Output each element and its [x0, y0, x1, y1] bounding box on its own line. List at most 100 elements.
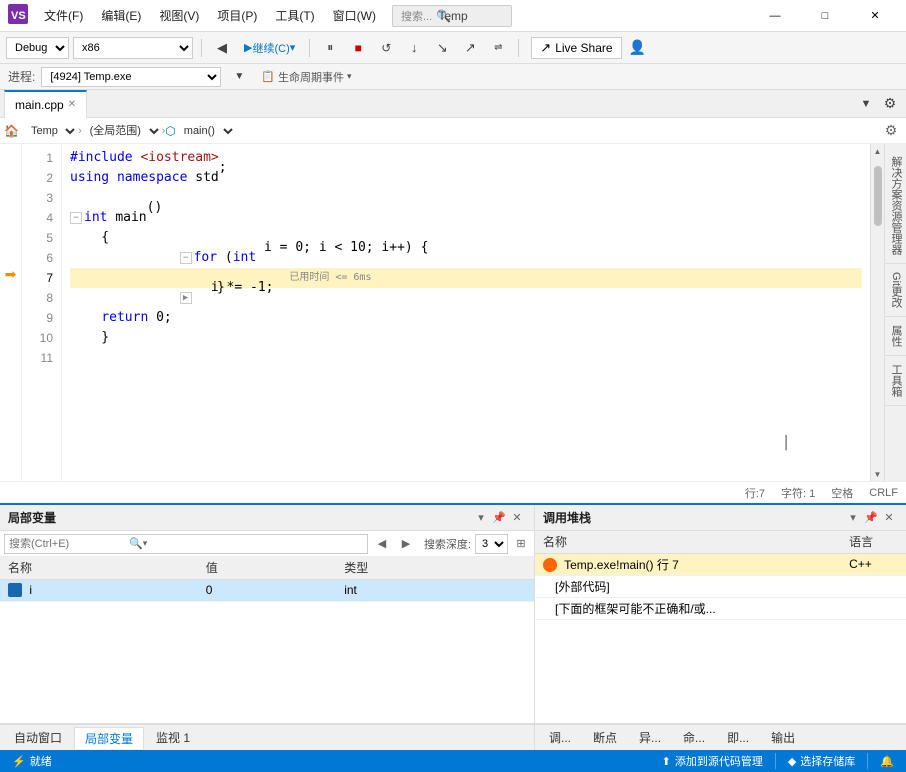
tab-scroll-left[interactable]: ▼	[854, 93, 878, 115]
continue-btn[interactable]: ▶ 继续(C) ▾	[238, 37, 301, 59]
menu-file[interactable]: 文件(F)	[36, 3, 91, 28]
col-name: 名称	[0, 557, 198, 579]
tab-watch-1[interactable]: 监视 1	[146, 727, 200, 748]
search-icon-locals: 🔍	[129, 537, 143, 550]
cs-col-lang: 语言	[841, 531, 906, 553]
step-into-btn[interactable]: ↘	[430, 37, 454, 59]
close-button[interactable]: ✕	[852, 0, 898, 32]
cs-row-2[interactable]: [下面的框架可能不正确和/或...	[535, 597, 906, 619]
id-std: std	[195, 168, 218, 188]
process-select[interactable]: [4924] Temp.exe	[41, 67, 221, 87]
cs-row-1[interactable]: [外部代码]	[535, 575, 906, 597]
breadcrumb-scope[interactable]: (全局范围)	[82, 120, 162, 142]
process-dropdown[interactable]: ▼	[227, 66, 251, 88]
gutter-line-6	[0, 244, 21, 264]
repo-icon: ◆	[788, 755, 796, 768]
locals-dropdown-btn[interactable]: ▾	[472, 509, 490, 527]
scroll-down-arrow[interactable]: ▼	[871, 467, 885, 481]
code-content[interactable]: #include <iostream> using namespace std;…	[62, 144, 870, 481]
fold-icon-8[interactable]: ▶	[180, 292, 192, 304]
pause-btn[interactable]: ⏸	[318, 37, 342, 59]
tab-exceptions[interactable]: 异...	[629, 727, 671, 748]
locals-search-box[interactable]: 🔍 ▾	[4, 534, 368, 554]
cs-row-0[interactable]: Temp.exe!main() 行 7 C++	[535, 553, 906, 575]
locals-expand-btn[interactable]: ⊞	[512, 535, 530, 553]
nav-back-btn[interactable]: ◀	[372, 534, 392, 554]
gutter-line-7-debug: ➡	[0, 264, 21, 284]
tab-main-cpp[interactable]: main.cpp ✕	[4, 90, 87, 118]
title-bar: VS 文件(F) 编辑(E) 视图(V) 项目(P) 工具(T) 窗口(W) 搜…	[0, 0, 906, 32]
step-out-btn[interactable]: ↗	[458, 37, 482, 59]
platform-select[interactable]: x86	[73, 37, 193, 59]
var-row-i[interactable]: i 0 int	[0, 579, 534, 601]
lifecycle-btn[interactable]: 📋 生命周期事件 ▾	[257, 68, 355, 86]
profile-btn[interactable]: 👤	[626, 37, 650, 59]
status-bell[interactable]: 🔔	[876, 755, 898, 768]
debug-hint: 已用时间 <= 6ms	[289, 268, 371, 288]
stop-btn[interactable]: ■	[346, 37, 370, 59]
breadcrumb-function[interactable]: main()	[176, 120, 236, 142]
menu-view[interactable]: 视图(V)	[151, 3, 207, 28]
lifecycle-dropdown: ▾	[347, 71, 352, 82]
cursor-indicator: │	[782, 436, 790, 451]
callstack-dropdown-btn[interactable]: ▾	[844, 509, 862, 527]
tab-callstack[interactable]: 调...	[539, 727, 581, 748]
callstack-close-btn[interactable]: ✕	[880, 509, 898, 527]
col-value: 值	[198, 557, 336, 579]
right-icon-props[interactable]: 属性	[885, 317, 906, 356]
bottom-tab-row: 自动窗口 局部变量 监视 1 调... 断点 异... 命... 即... 输出	[0, 723, 906, 750]
right-icon-git[interactable]: Git更改	[885, 264, 906, 317]
prev-btn[interactable]: ◀	[210, 37, 234, 59]
callstack-panel: 调用堆栈 ▾ 📌 ✕ 名称 语言	[535, 505, 906, 723]
bell-icon: 🔔	[880, 755, 894, 768]
locals-close-btn[interactable]: ✕	[508, 509, 526, 527]
line-num-1: 1	[22, 148, 61, 168]
var-name-i: i	[0, 579, 198, 601]
menu-window[interactable]: 窗口(W)	[325, 3, 384, 28]
scroll-up-arrow[interactable]: ▲	[871, 144, 885, 158]
locals-search-input[interactable]	[9, 538, 129, 550]
breadcrumb-project[interactable]: Temp	[23, 120, 78, 142]
status-ready[interactable]: ⚡ 就绪	[8, 753, 56, 769]
editor-settings-icon[interactable]: ⚙	[880, 120, 902, 142]
restart-btn[interactable]: ↺	[374, 37, 398, 59]
code-line-4: − int main()	[70, 208, 862, 228]
config-select[interactable]: Debug	[6, 37, 69, 59]
tab-close-icon[interactable]: ✕	[68, 99, 76, 110]
tab-breakpoints[interactable]: 断点	[583, 727, 627, 748]
search-placeholder: 搜索...	[401, 8, 432, 24]
callstack-pin-btn[interactable]: 📌	[862, 509, 880, 527]
kw-namespace: namespace	[117, 168, 187, 188]
live-share-button[interactable]: ↗ Live Share	[531, 37, 621, 59]
str-iostream: <iostream>	[140, 148, 218, 168]
menu-project[interactable]: 项目(P)	[209, 3, 265, 28]
cs-col-name: 名称	[535, 531, 841, 553]
menu-edit[interactable]: 编辑(E)	[93, 3, 149, 28]
step-over-btn[interactable]: ↓	[402, 37, 426, 59]
tab-auto-window[interactable]: 自动窗口	[4, 727, 72, 748]
fold-icon-4[interactable]: −	[70, 212, 82, 224]
kw-int-4: int	[84, 208, 107, 228]
minimize-button[interactable]: —	[752, 0, 798, 32]
nav-forward-btn[interactable]: ▶	[396, 534, 416, 554]
tab-immediate[interactable]: 即...	[717, 727, 759, 748]
tab-locals[interactable]: 局部变量	[74, 727, 144, 749]
line-num-9: 9	[22, 308, 61, 328]
right-icon-toolbox[interactable]: 工具箱	[885, 356, 906, 406]
tab-output[interactable]: 输出	[761, 727, 805, 748]
status-repo[interactable]: ◆ 选择存储库	[784, 753, 859, 769]
editor-scrollbar[interactable]: ▲ ▼	[870, 144, 884, 481]
scroll-thumb[interactable]	[874, 166, 882, 226]
var-value-i: 0	[198, 579, 336, 601]
tab-command[interactable]: 命...	[673, 727, 715, 748]
search-dropdown-icon[interactable]: ▾	[143, 538, 148, 549]
gutter-line-3	[0, 184, 21, 204]
right-icon-solution[interactable]: 解决方案资源管理器	[885, 148, 906, 264]
locals-pin-btn[interactable]: 📌	[490, 509, 508, 527]
menu-tools[interactable]: 工具(T)	[267, 3, 322, 28]
status-source-control[interactable]: ⬆ 添加到源代码管理	[658, 753, 767, 769]
hex-btn[interactable]: ⇌	[486, 37, 510, 59]
maximize-button[interactable]: □	[802, 0, 848, 32]
depth-select[interactable]: 3	[475, 534, 508, 554]
tab-settings[interactable]: ⚙	[878, 93, 902, 115]
